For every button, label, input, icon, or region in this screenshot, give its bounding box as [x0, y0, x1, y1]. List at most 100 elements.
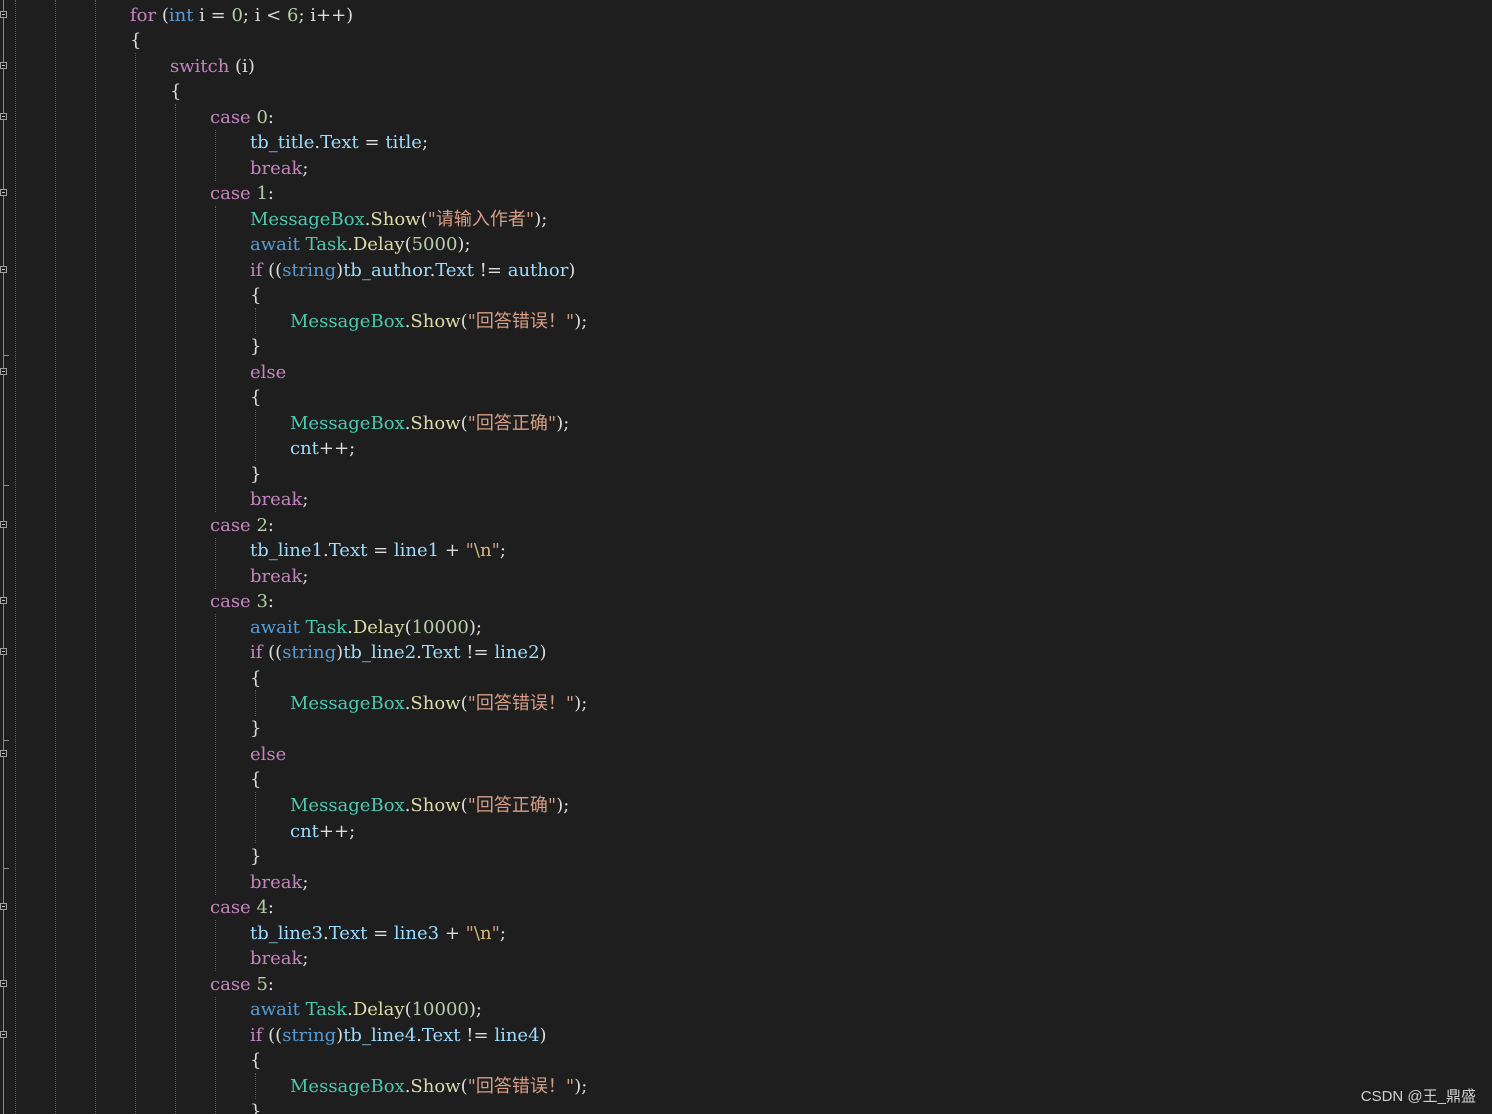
- code-token: ; i <: [242, 5, 287, 26]
- code-token: {: [250, 387, 262, 408]
- code-line: }: [250, 462, 261, 487]
- code-token: (: [460, 795, 468, 816]
- code-line: {: [250, 666, 261, 691]
- code-token: Show: [410, 311, 461, 332]
- code-token: );: [457, 234, 471, 255]
- code-token: 0: [231, 5, 243, 26]
- code-token: (: [404, 234, 412, 255]
- code-token: :: [267, 515, 274, 536]
- code-token: );: [574, 311, 588, 332]
- code-token: break: [250, 158, 303, 179]
- code-token: Show: [410, 1076, 461, 1097]
- code-line: MessageBox.Show("请输入作者");: [250, 207, 547, 232]
- code-token: Text: [328, 540, 368, 561]
- watermark: CSDN @王_鼎盛: [1360, 1088, 1476, 1105]
- code-line: case 2:: [210, 513, 274, 538]
- code-editor[interactable]: for (int i = 0; i < 6; i++) { switch (i)…: [0, 0, 1492, 1114]
- code-token: (: [460, 311, 468, 332]
- code-line: MessageBox.Show("回答错误！");: [290, 1074, 587, 1099]
- code-line: case 0:: [210, 105, 274, 130]
- code-token: Text: [421, 642, 461, 663]
- code-token: line4: [494, 1025, 540, 1046]
- code-token: if: [250, 1025, 263, 1046]
- code-line: cnt++;: [290, 819, 355, 844]
- code-line: {: [130, 28, 141, 53]
- code-line: break;: [250, 156, 309, 181]
- code-token: "请输入作者": [427, 209, 535, 230]
- code-token: ;: [421, 132, 429, 153]
- code-token: =: [358, 132, 386, 153]
- code-token: ;: [302, 948, 309, 969]
- code-token: Text: [435, 260, 474, 281]
- code-line: case 5:: [210, 972, 274, 997]
- code-token: for: [130, 5, 157, 26]
- code-token: line2: [494, 642, 540, 663]
- code-token: }: [250, 718, 262, 739]
- code-line: MessageBox.Show("回答正确");: [290, 793, 569, 818]
- code-token: MessageBox: [290, 1076, 405, 1097]
- code-token: break: [250, 872, 303, 893]
- code-line: await Task.Delay(10000);: [250, 615, 482, 640]
- code-token: break: [250, 489, 303, 510]
- code-token: );: [534, 209, 548, 230]
- code-token: Task: [305, 617, 348, 638]
- code-token: i =: [193, 5, 232, 26]
- code-token: }: [250, 846, 262, 867]
- code-token: ": [491, 923, 500, 944]
- code-token: (: [156, 5, 169, 26]
- code-line: {: [250, 767, 261, 792]
- code-token: if: [250, 642, 263, 663]
- code-line: MessageBox.Show("回答正确");: [290, 411, 569, 436]
- code-token: "回答错误！": [467, 1076, 575, 1097]
- code-token: "回答正确": [467, 795, 557, 816]
- code-token: ; i++): [298, 5, 354, 26]
- code-token: Show: [410, 693, 461, 714]
- code-token: =: [367, 540, 394, 561]
- code-token: }: [250, 464, 262, 485]
- code-token: );: [468, 999, 482, 1020]
- code-line: }: [250, 334, 261, 359]
- code-token: 10000: [411, 617, 469, 638]
- code-token: "回答错误！": [467, 693, 575, 714]
- code-line: break;: [250, 870, 309, 895]
- code-token: !=: [473, 260, 508, 281]
- code-token: (: [404, 999, 412, 1020]
- code-line: if ((string)tb_line4.Text != line4): [250, 1023, 547, 1048]
- code-token: "回答正确": [467, 413, 557, 434]
- code-line: else: [250, 360, 286, 385]
- code-token: string: [282, 1025, 337, 1046]
- code-line: break;: [250, 946, 309, 971]
- code-line: case 3:: [210, 589, 274, 614]
- code-token: );: [574, 693, 588, 714]
- code-token: +: [439, 540, 466, 561]
- code-token: \n: [473, 540, 492, 561]
- code-line: {: [170, 79, 181, 104]
- code-line: for (int i = 0; i < 6; i++): [130, 3, 353, 28]
- code-token: 5: [256, 974, 268, 995]
- code-token: MessageBox: [290, 795, 405, 816]
- code-token: );: [468, 617, 482, 638]
- code-token: MessageBox: [290, 693, 405, 714]
- code-token: \n: [473, 923, 492, 944]
- code-token: cnt: [290, 438, 319, 459]
- code-token: {: [130, 30, 142, 51]
- code-token: else: [250, 744, 287, 765]
- code-token: !=: [460, 642, 495, 663]
- code-token: await: [250, 999, 300, 1020]
- code-token: Delay: [352, 999, 405, 1020]
- code-token: ((: [262, 260, 283, 281]
- code-line: tb_line3.Text = line3 + "\n";: [250, 921, 506, 946]
- code-token: ;: [499, 923, 506, 944]
- code-token: ": [465, 923, 474, 944]
- code-token: :: [267, 974, 274, 995]
- code-area[interactable]: for (int i = 0; i < 6; i++) { switch (i)…: [0, 0, 1492, 1114]
- code-token: ": [491, 540, 500, 561]
- code-token: ): [539, 1025, 547, 1046]
- code-token: 3: [256, 591, 268, 612]
- code-token: case: [210, 107, 251, 128]
- code-token: Task: [305, 999, 348, 1020]
- code-line: case 1:: [210, 181, 274, 206]
- code-line: }: [250, 1099, 261, 1114]
- code-token: ;: [302, 489, 309, 510]
- code-token: );: [574, 1076, 588, 1097]
